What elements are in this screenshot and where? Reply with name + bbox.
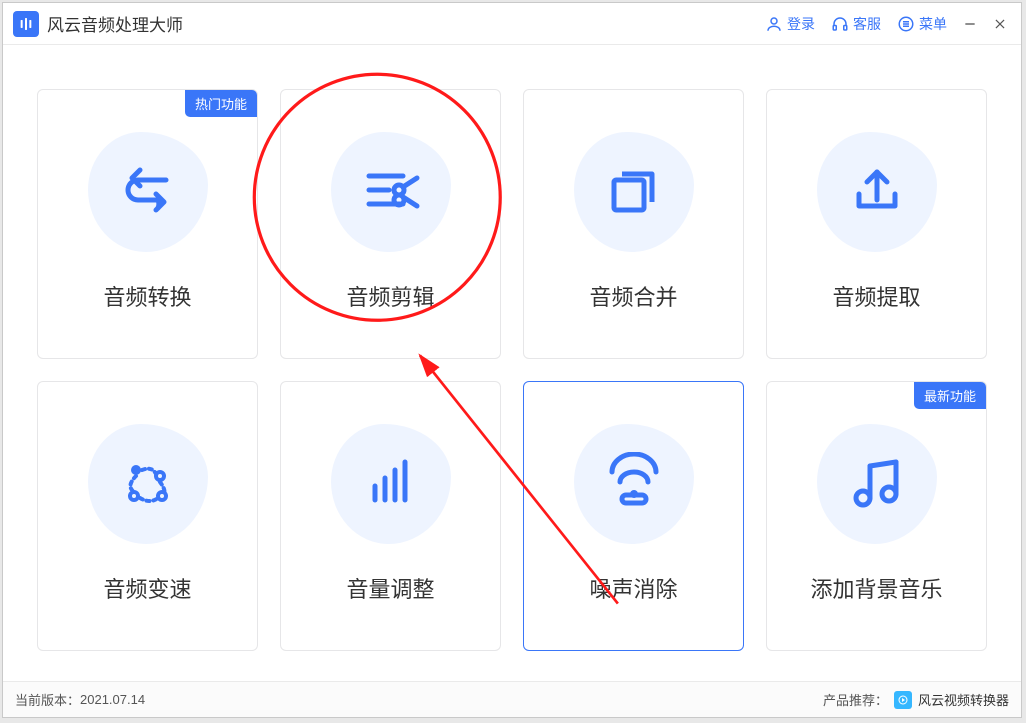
recommend-logo-icon <box>894 691 912 709</box>
card-audio-cut[interactable]: 音频剪辑 <box>280 89 501 359</box>
denoise-icon <box>574 424 694 544</box>
merge-icon <box>574 132 694 252</box>
card-label: 添加背景音乐 <box>810 572 942 604</box>
card-audio-speed[interactable]: 音频变速 <box>37 381 258 651</box>
user-icon <box>765 15 783 33</box>
extract-icon <box>817 132 937 252</box>
card-noise-remove[interactable]: 噪声消除 <box>523 381 744 651</box>
card-label: 音频变速 <box>103 572 191 604</box>
card-label: 音频合并 <box>589 280 677 312</box>
card-audio-merge[interactable]: 音频合并 <box>523 89 744 359</box>
card-label: 音频剪辑 <box>346 280 434 312</box>
card-audio-convert[interactable]: 热门功能 音频转换 <box>37 89 258 359</box>
music-icon <box>817 424 937 544</box>
volume-icon <box>331 424 451 544</box>
menu-button[interactable]: 菜单 <box>897 14 947 34</box>
menu-icon <box>897 15 915 33</box>
headset-icon <box>831 15 849 33</box>
card-label: 噪声消除 <box>589 572 677 604</box>
minimize-button[interactable] <box>955 9 985 39</box>
badge-hot: 热门功能 <box>185 90 257 117</box>
titlebar: 风云音频处理大师 登录 客服 菜单 <box>3 3 1021 45</box>
recommend-label: 产品推荐： <box>823 690 888 709</box>
status-bar: 当前版本： 2021.07.14 产品推荐： 风云视频转换器 <box>3 681 1021 717</box>
card-volume-adjust[interactable]: 音量调整 <box>280 381 501 651</box>
menu-label: 菜单 <box>919 14 947 34</box>
feature-grid: 热门功能 音频转换 音频剪辑 音频合并 音频提取 <box>3 45 1021 681</box>
cut-icon <box>331 132 451 252</box>
version-value: 2021.07.14 <box>80 692 145 707</box>
speed-icon <box>88 424 208 544</box>
badge-new: 最新功能 <box>914 382 986 409</box>
login-button[interactable]: 登录 <box>765 14 815 34</box>
card-audio-extract[interactable]: 音频提取 <box>766 89 987 359</box>
convert-icon <box>88 132 208 252</box>
card-label: 音频提取 <box>832 280 920 312</box>
login-label: 登录 <box>787 14 815 34</box>
app-logo-icon <box>13 11 39 37</box>
support-label: 客服 <box>853 14 881 34</box>
card-label: 音量调整 <box>346 572 434 604</box>
card-add-bgm[interactable]: 最新功能 添加背景音乐 <box>766 381 987 651</box>
recommend-product[interactable]: 风云视频转换器 <box>918 690 1009 709</box>
close-button[interactable] <box>985 9 1015 39</box>
support-button[interactable]: 客服 <box>831 14 881 34</box>
app-window: 风云音频处理大师 登录 客服 菜单 热门功能 <box>2 2 1022 718</box>
version-label: 当前版本： <box>15 690 80 709</box>
app-title: 风云音频处理大师 <box>47 11 183 36</box>
card-label: 音频转换 <box>103 280 191 312</box>
